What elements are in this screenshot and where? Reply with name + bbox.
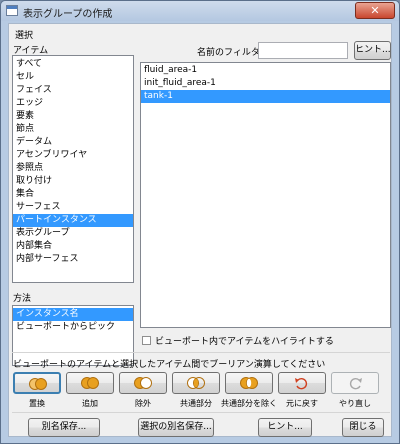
intersect-label: 共通部分	[180, 399, 212, 408]
items-list-item[interactable]: サーフェス	[13, 201, 133, 214]
exclude-intersect-button[interactable]	[225, 372, 273, 394]
separator	[12, 352, 390, 353]
remove-button[interactable]	[119, 372, 167, 394]
boolean-toolbar: 置換 追加 除外 共通部分 共通部分を除く 元に戻す やり直し	[13, 372, 389, 412]
instances-list[interactable]: fluid_area-1 init_fluid_area-1 tank-1	[140, 62, 391, 328]
title-bar[interactable]: 表示グループの作成 ✕	[1, 1, 399, 21]
add-icon	[81, 377, 99, 389]
items-list-item[interactable]: パートインスタンス	[13, 214, 133, 227]
method-label: 方法	[13, 294, 32, 304]
items-list-item[interactable]: 節点	[13, 123, 133, 136]
items-list-item[interactable]: すべて	[13, 58, 133, 71]
exclude-intersect-label: 共通部分を除く	[221, 399, 277, 408]
close-button[interactable]: 閉じる	[342, 418, 384, 437]
exclude-intersect-icon	[240, 377, 258, 389]
redo-icon	[349, 377, 362, 390]
redo-label: やり直し	[339, 399, 371, 408]
add-button[interactable]	[66, 372, 114, 394]
save-as-button[interactable]: 別名保存...	[28, 418, 100, 437]
items-list-item[interactable]: 参照点	[13, 162, 133, 175]
remove-label: 除外	[135, 399, 151, 408]
add-label: 追加	[82, 399, 98, 408]
replace-label: 置換	[29, 399, 45, 408]
window-icon	[6, 5, 18, 16]
items-list-item[interactable]: 内部集合	[13, 240, 133, 253]
separator	[12, 412, 390, 413]
method-list-item[interactable]: ビューポートからピック	[13, 321, 133, 334]
name-filter-label: 名前のフィルタ:	[197, 48, 263, 58]
highlight-checkbox-label: ビューポート内でアイテムをハイライトする	[155, 337, 334, 347]
undo-icon	[295, 377, 308, 390]
redo-button[interactable]	[331, 372, 379, 394]
highlight-checkbox[interactable]	[142, 336, 151, 345]
name-filter-input[interactable]	[258, 42, 348, 59]
intersect-icon	[187, 377, 205, 389]
method-list-item[interactable]: インスタンス名	[13, 308, 133, 321]
items-list-item[interactable]: 集合	[13, 188, 133, 201]
save-selection-as-button[interactable]: 選択の別名保存...	[138, 418, 214, 437]
items-list-item[interactable]: 内部サーフェス	[13, 253, 133, 266]
create-display-group-dialog: 表示グループの作成 ✕ 選択 アイテム すべて セル フェイス エッジ 要素 節点 データム…	[0, 0, 400, 444]
replace-button[interactable]	[13, 372, 61, 394]
dialog-body: 選択 アイテム すべて セル フェイス エッジ 要素 節点 データム アセンブリワイヤ 参照点取…	[8, 23, 392, 437]
undo-button[interactable]	[278, 372, 326, 394]
items-list-item[interactable]: データム	[13, 136, 133, 149]
items-list-item[interactable]: エッジ	[13, 97, 133, 110]
items-list-item[interactable]: 表示グループ	[13, 227, 133, 240]
instance-list-item[interactable]: init_fluid_area-1	[141, 77, 390, 90]
remove-icon	[134, 377, 152, 389]
items-list-item[interactable]: アセンブリワイヤ	[13, 149, 133, 162]
instance-list-item[interactable]: fluid_area-1	[141, 64, 390, 77]
items-list-item[interactable]: 要素	[13, 110, 133, 123]
hint-button[interactable]: ヒント...	[258, 418, 312, 437]
instance-list-item[interactable]: tank-1	[141, 90, 390, 103]
boolean-instruction: ビューポートのアイテムと選択したアイテム間でブーリアン演算してください	[13, 360, 326, 370]
intersect-button[interactable]	[172, 372, 220, 394]
items-list-item[interactable]: 取り付け	[13, 175, 133, 188]
items-list-item[interactable]: セル	[13, 71, 133, 84]
undo-label: 元に戻す	[286, 399, 318, 408]
filter-hint-button[interactable]: ヒント...	[354, 41, 391, 60]
items-list[interactable]: すべて セル フェイス エッジ 要素 節点 データム アセンブリワイヤ 参照点 取り付け 集合 サーフ…	[12, 55, 134, 283]
items-list-item[interactable]: フェイス	[13, 84, 133, 97]
replace-icon	[29, 378, 47, 390]
window-title: 表示グループの作成	[23, 9, 113, 20]
close-window-button[interactable]: ✕	[355, 2, 395, 19]
selection-group-label: 選択	[15, 31, 34, 41]
